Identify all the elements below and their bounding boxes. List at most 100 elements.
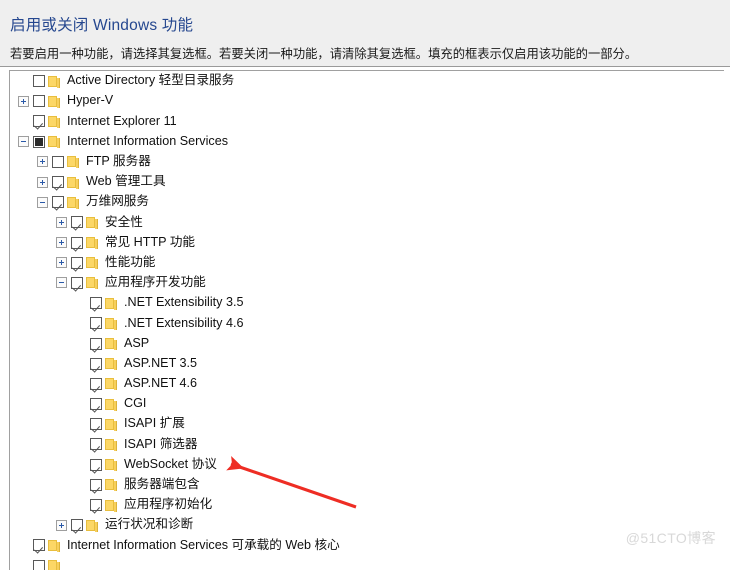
feature-checkbox[interactable] [90,499,102,511]
tree-item-label: Active Directory 轻型目录服务 [67,74,234,88]
expander-placeholder [75,459,86,470]
feature-checkbox[interactable] [90,418,102,430]
windows-features-tree[interactable]: Active Directory 轻型目录服务 Hyper-V Internet E… [9,70,724,570]
tree-row[interactable]: 安全性 [10,212,724,232]
tree-row[interactable]: ASP.NET 3.5 [10,354,724,374]
feature-checkbox[interactable] [71,257,83,269]
tree-item-label: .NET Extensibility 3.5 [124,296,243,310]
folder-icon [105,297,118,310]
feature-checkbox[interactable] [90,338,102,350]
tree-row[interactable]: ASP.NET 4.6 [10,374,724,394]
feature-checkbox[interactable] [33,115,45,127]
expander-placeholder [75,399,86,410]
tree-row[interactable]: 常见 HTTP 功能 [10,233,724,253]
folder-icon [105,377,118,390]
feature-checkbox[interactable] [33,560,45,570]
feature-checkbox[interactable] [71,277,83,289]
folder-icon [105,458,118,471]
tree-row[interactable]: FTP 服务器 [10,152,724,172]
collapse-minus-icon[interactable] [18,136,29,147]
folder-icon [105,337,118,350]
folder-icon [86,276,99,289]
folder-icon [67,176,80,189]
feature-checkbox[interactable] [52,176,64,188]
tree-row[interactable]: 应用程序初始化 [10,495,724,515]
feature-checkbox[interactable] [71,237,83,249]
folder-icon [48,95,61,108]
folder-icon [48,559,61,570]
feature-checkbox[interactable] [71,216,83,228]
tree-row[interactable]: 应用程序开发功能 [10,273,724,293]
expand-plus-icon[interactable] [37,156,48,167]
expand-plus-icon[interactable] [56,237,67,248]
feature-checkbox[interactable] [90,297,102,309]
feature-checkbox[interactable] [52,156,64,168]
expand-plus-icon[interactable] [37,177,48,188]
feature-checkbox[interactable] [90,398,102,410]
tree-row[interactable]: Internet Information Services [10,132,724,152]
tree-row[interactable]: ISAPI 筛选器 [10,434,724,454]
tree-row[interactable]: .NET Extensibility 3.5 [10,293,724,313]
feature-checkbox[interactable] [33,75,45,87]
tree-row[interactable]: ASP [10,333,724,353]
expander-placeholder [75,358,86,369]
folder-icon [48,115,61,128]
expander-placeholder [75,419,86,430]
tree-item-label: 应用程序初始化 [124,498,212,512]
feature-checkbox[interactable] [71,519,83,531]
collapse-minus-icon[interactable] [37,197,48,208]
expander-placeholder [75,338,86,349]
tree-row[interactable]: Active Directory 轻型目录服务 [10,71,724,91]
header-band: 启用或关闭 Windows 功能 若要启用一种功能，请选择其复选框。若要关闭一种… [0,0,730,67]
expander-placeholder [75,500,86,511]
tree-item-label: Web 管理工具 [86,175,166,189]
tree-item-label: 性能功能 [105,256,155,270]
tree-item-label: ISAPI 筛选器 [124,438,197,452]
folder-icon [105,357,118,370]
tree-row[interactable]: 性能功能 [10,253,724,273]
tree-row[interactable]: Web 管理工具 [10,172,724,192]
feature-checkbox[interactable] [90,378,102,390]
expander-placeholder [18,560,29,570]
tree-item-label: Internet Information Services 可承载的 Web 核… [67,539,340,553]
feature-checkbox[interactable] [90,438,102,450]
collapse-minus-icon[interactable] [56,277,67,288]
tree-row[interactable]: Internet Explorer 11 [10,111,724,131]
feature-checkbox[interactable] [90,459,102,471]
expand-plus-icon[interactable] [18,96,29,107]
tree-item-label: WebSocket 协议 [124,458,217,472]
tree-item-label: .NET Extensibility 4.6 [124,317,243,331]
tree-row[interactable]: 运行状况和诊断 [10,515,724,535]
tree-row[interactable]: 服务器端包含 [10,475,724,495]
tree-row[interactable]: WebSocket 协议 [10,455,724,475]
feature-checkbox[interactable] [90,479,102,491]
expander-placeholder [18,116,29,127]
feature-checkbox[interactable] [33,95,45,107]
feature-checkbox[interactable] [52,196,64,208]
feature-checkbox[interactable] [33,539,45,551]
tree-item-label: Internet Information Services [67,135,228,149]
watermark: @51CTO博客 [626,528,716,548]
feature-checkbox[interactable] [90,358,102,370]
expand-plus-icon[interactable] [56,217,67,228]
page-description: 若要启用一种功能，请选择其复选框。若要关闭一种功能，请清除其复选框。填充的框表示… [10,44,637,62]
tree-row[interactable]: Hyper-V [10,91,724,111]
tree-row[interactable]: .NET Extensibility 4.6 [10,313,724,333]
feature-checkbox[interactable] [33,136,45,148]
folder-icon [86,236,99,249]
tree-row[interactable]: 万维网服务 [10,192,724,212]
tree-row[interactable]: Internet Information Services 可承载的 Web 核… [10,535,724,555]
expander-placeholder [75,378,86,389]
tree-item-label: ASP.NET 4.6 [124,377,197,391]
feature-checkbox[interactable] [90,317,102,329]
tree-item-label: Internet Explorer 11 [67,115,177,129]
expand-plus-icon[interactable] [56,520,67,531]
folder-icon [86,519,99,532]
expand-plus-icon[interactable] [56,257,67,268]
expander-placeholder [75,439,86,450]
tree-row[interactable]: ISAPI 扩展 [10,414,724,434]
tree-row[interactable]: CGI [10,394,724,414]
tree-item-label: 常见 HTTP 功能 [105,236,195,250]
tree-item-label: 万维网服务 [86,195,149,209]
folder-icon [67,196,80,209]
